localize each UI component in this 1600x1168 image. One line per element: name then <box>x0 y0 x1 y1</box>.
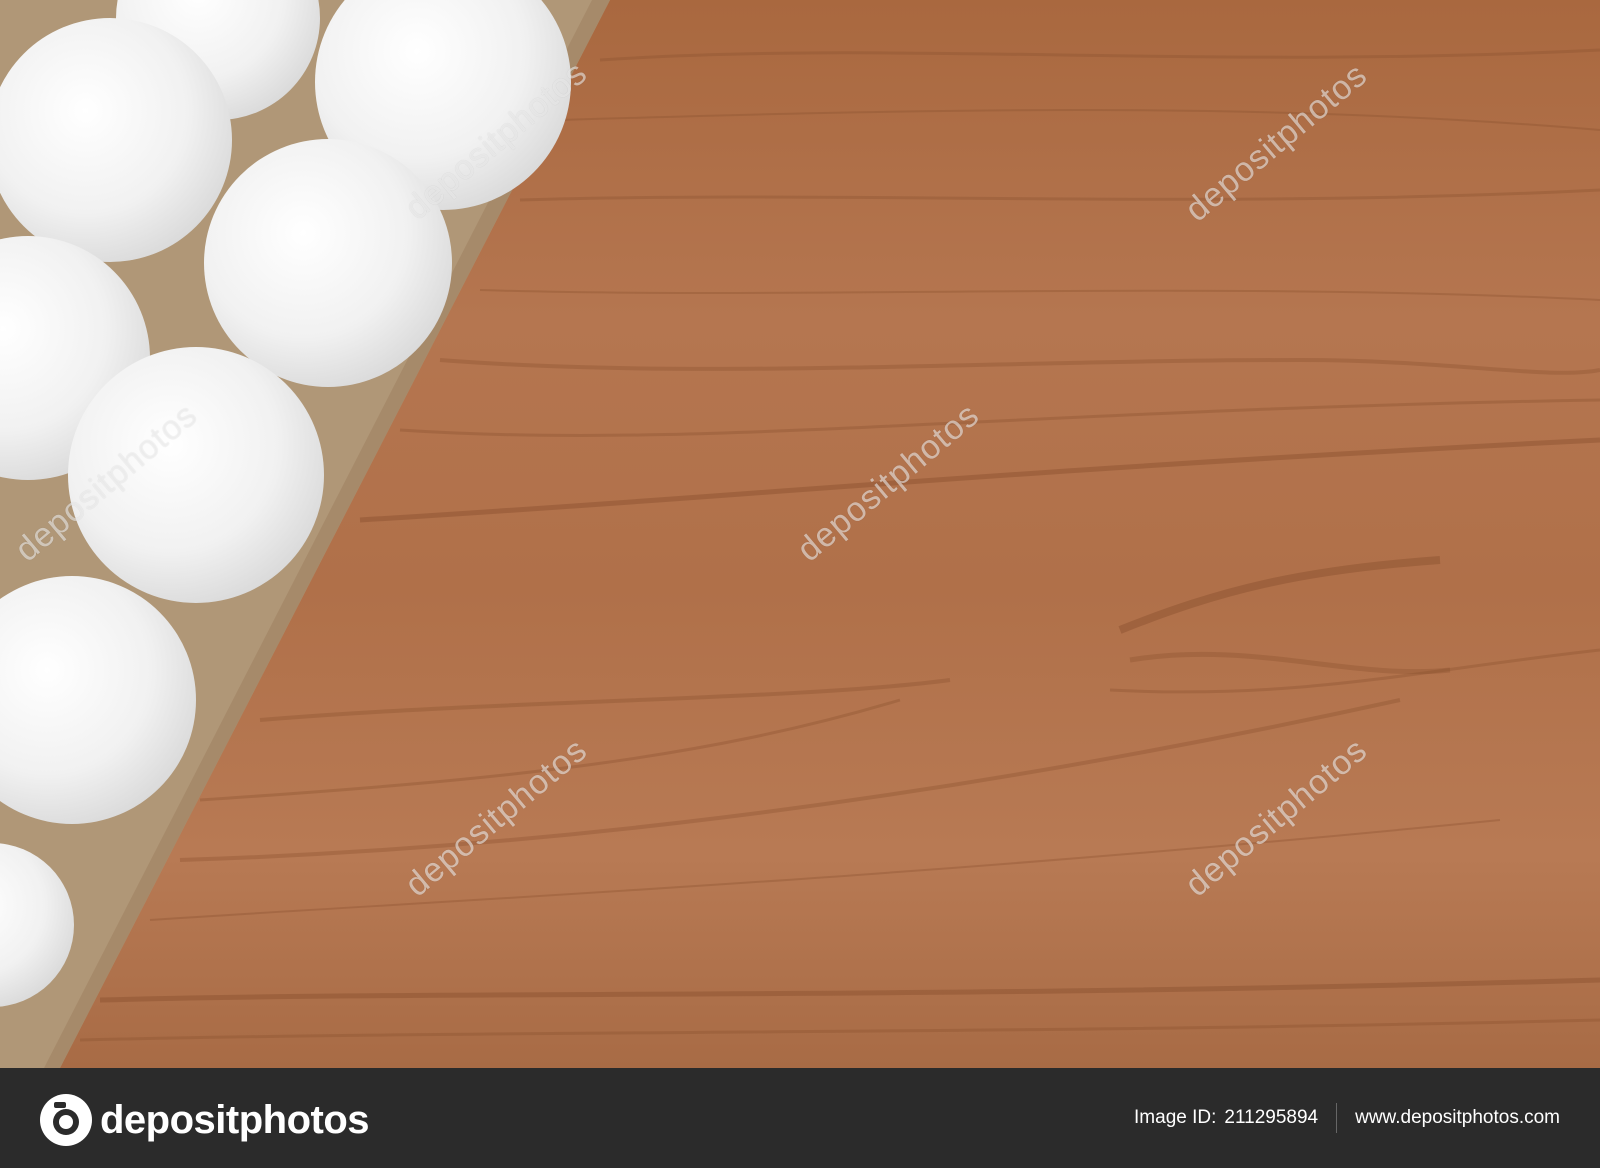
egg <box>204 139 452 387</box>
image-id: 211295894 <box>1224 1107 1319 1128</box>
brand-logo[interactable]: depositphotos <box>38 1092 370 1148</box>
image-meta: Image ID: 211295894 www.depositphotos.co… <box>1134 1068 1560 1168</box>
divider <box>1336 1103 1338 1133</box>
brand-name: depositphotos <box>100 1097 370 1142</box>
camera-icon <box>40 1094 92 1146</box>
footer-bar: depositphotos Image ID: 211295894 www.de… <box>0 1068 1600 1168</box>
site-link[interactable]: www.depositphotos.com <box>1355 1107 1560 1129</box>
photo-scene: depositphotos depositphotos depositphoto… <box>0 0 1600 1068</box>
image-id-label: Image ID: <box>1134 1107 1217 1128</box>
